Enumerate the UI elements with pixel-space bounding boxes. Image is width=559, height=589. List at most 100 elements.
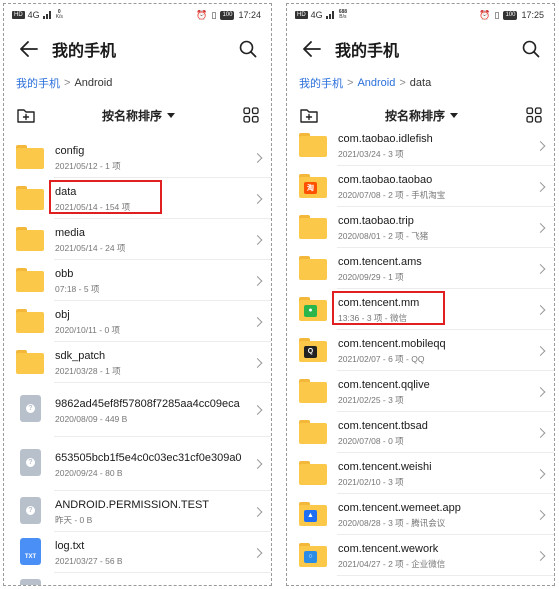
row-text: obb 07:18 - 5 项 (55, 267, 271, 294)
row-text: 653505bcb1f5e4c0c03ec31cf0e309a0 2020/09/… (55, 451, 271, 478)
folder-row[interactable]: obj 2020/10/11 - 0 项 (4, 301, 271, 342)
folder-row[interactable]: com.tencent.qqlive 2021/02/25 - 3 项 (287, 371, 554, 412)
row-text: log.txt 2021/03/27 - 56 B (55, 539, 271, 566)
item-name: 9862ad45ef8f57808f7285aa4cc09eca (55, 397, 240, 410)
folder-row[interactable]: 淘 com.taobao.taobao 2020/07/08 - 2 项 - 手机淘… (287, 166, 554, 207)
sort-dropdown[interactable]: 按名称排序 (385, 107, 458, 124)
toolbar: 按名称排序 (4, 100, 271, 130)
breadcrumb-my-phone[interactable]: 我的手机 (299, 75, 343, 91)
app-badge-icon: ○ (304, 550, 317, 563)
item-meta: 2021/03/28 - 1 项 (55, 366, 121, 376)
item-meta: 2020/07/08 - 0 项 (338, 436, 404, 446)
file-row[interactable]: ? 9862ad45ef8f57808f7285aa4cc09eca 2020/08… (4, 383, 271, 437)
new-folder-icon[interactable] (16, 105, 36, 125)
folder-icon: ▲ (299, 501, 327, 528)
app-badge-icon: ● (304, 304, 317, 317)
row-text: com.tencent.tbsad 2020/07/08 - 0 项 (338, 419, 554, 446)
caret-down-icon (450, 112, 458, 118)
battery-icon: 100 (220, 10, 235, 20)
folder-row[interactable]: sdk_patch 2021/03/28 - 1 项 (4, 342, 271, 383)
alarm-icon: ⏰ (196, 9, 208, 20)
item-name: com.taobao.taobao (338, 174, 433, 186)
breadcrumb-android: Android (74, 77, 113, 89)
search-icon[interactable] (520, 38, 542, 60)
network-gen: 4G (310, 10, 323, 20)
item-meta: 2021/05/12 - 1 项 (55, 161, 121, 171)
clock: 17:24 (238, 10, 261, 20)
txt-file-icon: TXT (16, 537, 44, 566)
folder-row[interactable]: media 2021/05/14 - 24 项 (4, 219, 271, 260)
folder-row[interactable]: com.tencent.weishi 2021/02/10 - 3 项 (287, 453, 554, 494)
item-meta: 2021/05/14 - 154 项 (55, 202, 131, 212)
folder-icon (16, 267, 44, 294)
item-name: data (55, 186, 77, 198)
folder-icon (16, 144, 44, 171)
sort-dropdown[interactable]: 按名称排序 (102, 107, 175, 124)
file-row[interactable]: TXT log.txt 2021/03/27 - 56 B (4, 532, 271, 573)
item-name: com.tencent.wework (338, 543, 439, 555)
folder-row[interactable]: Qcom.tencent.mobileqq 2021/02/07 - 6 项 - … (287, 330, 554, 371)
search-icon[interactable] (237, 38, 259, 60)
txt-badge: TXT (20, 537, 41, 565)
battery-icon: 100 (503, 10, 518, 20)
file-list: com.taobao.idlefish 2021/03/24 - 3 项淘 com.… (287, 125, 554, 576)
item-meta: 2021/02/07 - 6 项 - QQ (338, 354, 425, 364)
item-meta: 13:36 - 3 项 - 微信 (338, 313, 407, 323)
file-list: config 2021/05/12 - 1 项 data 2021/05/14 - 1… (4, 137, 271, 585)
folder-row[interactable]: com.taobao.trip 2020/08/01 - 2 项 - 飞猪 (287, 207, 554, 248)
item-meta: 2020/08/01 - 2 项 - 飞猪 (338, 231, 429, 241)
folder-row[interactable]: ● com.tencent.mm 13:36 - 3 项 - 微信 (287, 289, 554, 330)
item-name: com.tencent.mobileqq (338, 338, 446, 350)
folder-row[interactable]: obb 07:18 - 5 项 (4, 260, 271, 301)
item-name: com.tencent.weishi (338, 461, 432, 473)
row-text: com.tencent.mm 13:36 - 3 项 - 微信 (332, 291, 554, 325)
folder-row[interactable]: com.taobao.idlefish 2021/03/24 - 3 项 (287, 125, 554, 166)
folder-icon (16, 226, 44, 253)
item-meta: 07:18 - 5 项 (55, 284, 100, 294)
back-arrow-icon[interactable] (18, 38, 40, 60)
signal-icon (325, 11, 336, 19)
item-meta: 2020/09/29 - 1 项 (338, 272, 404, 282)
file-row[interactable]: ? 653505bcb1f5e4c0c03ec31cf0e309a0 2020/09… (4, 437, 271, 491)
row-divider (337, 575, 554, 576)
folder-icon: ○ (299, 542, 327, 569)
title-bar: 我的手机 (287, 26, 554, 72)
item-name: config (55, 145, 85, 157)
breadcrumb-android[interactable]: Android (357, 77, 395, 89)
breadcrumb-my-phone[interactable]: 我的手机 (16, 75, 60, 91)
item-name: com.taobao.idlefish (338, 133, 433, 145)
row-text: com.tencent.ams 2020/09/29 - 1 项 (338, 255, 554, 282)
row-text: config 2021/05/12 - 1 项 (55, 144, 271, 171)
file-row[interactable]: ? oaid (4, 573, 271, 585)
folder-icon (16, 349, 44, 376)
item-meta: 昨天 - 0 B (55, 515, 93, 525)
chevron-right-icon: > (64, 77, 71, 89)
row-text: com.tencent.weishi 2021/02/10 - 3 项 (338, 460, 554, 487)
net-speed: 688 B/s (338, 9, 348, 20)
app-badge-icon: Q (304, 345, 317, 358)
item-meta: 2020/08/28 - 3 项 - 腾讯会议 (338, 518, 446, 528)
folder-icon: ● (299, 296, 327, 323)
folder-row[interactable]: data 2021/05/14 - 154 项 (4, 178, 271, 219)
row-text: com.tencent.wemeet.app 2020/08/28 - 3 项 -… (338, 501, 554, 528)
grid-view-icon[interactable] (241, 105, 261, 125)
vibrate-icon: ▯ (211, 9, 217, 20)
folder-row[interactable]: ○ com.tencent.wework 2021/04/27 - 2 项 - 企业… (287, 535, 554, 576)
folder-icon (299, 132, 327, 159)
new-folder-icon[interactable] (299, 105, 319, 125)
back-arrow-icon[interactable] (301, 38, 323, 60)
item-name: sdk_patch (55, 350, 106, 362)
item-name: com.tencent.wemeet.app (338, 502, 461, 514)
row-text: ANDROID.PERMISSION.TEST 昨天 - 0 B (55, 498, 271, 525)
unknown-file-icon: ? (16, 578, 44, 585)
row-text: com.tencent.qqlive 2021/02/25 - 3 项 (338, 378, 554, 405)
folder-icon: 淘 (299, 173, 327, 200)
item-name: com.tencent.ams (338, 256, 422, 268)
folder-row[interactable]: com.tencent.tbsad 2020/07/08 - 0 项 (287, 412, 554, 453)
grid-view-icon[interactable] (524, 105, 544, 125)
file-row[interactable]: ? ANDROID.PERMISSION.TEST 昨天 - 0 B (4, 491, 271, 532)
folder-row[interactable]: com.tencent.ams 2020/09/29 - 1 项 (287, 248, 554, 289)
folder-row[interactable]: ▲ com.tencent.wemeet.app 2020/08/28 - 3 项 … (287, 494, 554, 535)
folder-icon (299, 214, 327, 241)
folder-row[interactable]: config 2021/05/12 - 1 项 (4, 137, 271, 178)
